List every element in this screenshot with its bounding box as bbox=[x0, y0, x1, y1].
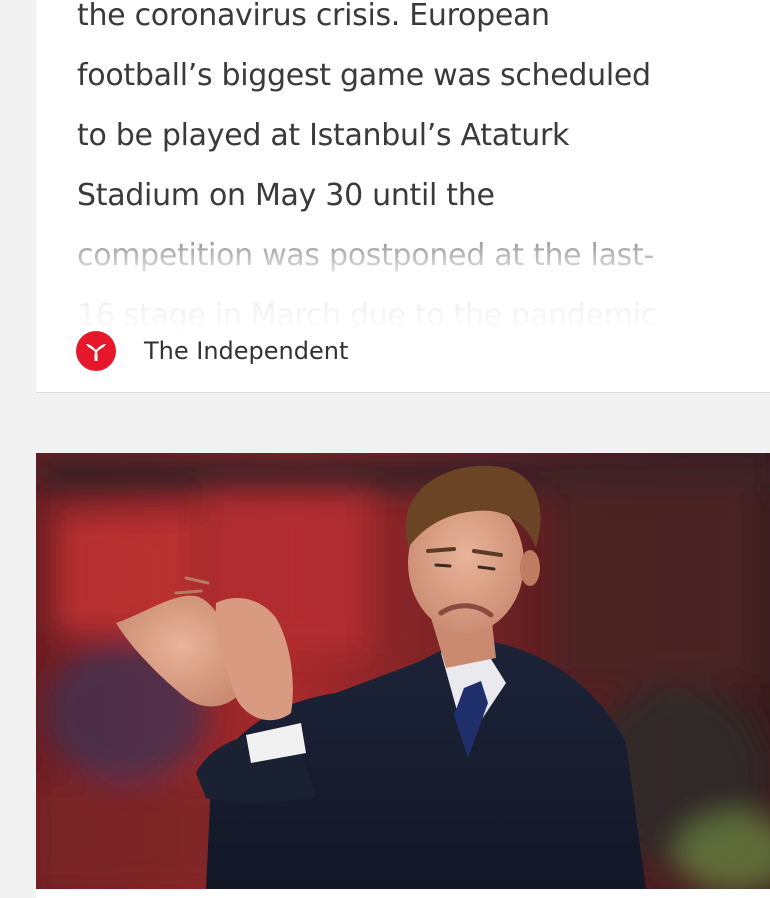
independent-eagle-icon bbox=[76, 331, 116, 371]
manager-applauding-photo bbox=[36, 453, 770, 889]
snippet-line: the coronavirus crisis. European bbox=[77, 0, 550, 33]
source-name: The Independent bbox=[144, 337, 349, 365]
snippet-line: 16 stage in March due to the pandemic bbox=[77, 298, 657, 333]
article-snippet[interactable]: the coronavirus crisis. European footbal… bbox=[77, 0, 747, 346]
news-feed: the coronavirus crisis. European footbal… bbox=[0, 0, 770, 898]
snippet-line: football’s biggest game was scheduled bbox=[77, 58, 651, 93]
snippet-line: Stadium on May 30 until the bbox=[77, 178, 495, 213]
image-card[interactable] bbox=[36, 453, 770, 889]
snippet-line: competition was postponed at the last- bbox=[77, 238, 654, 273]
article-card[interactable]: the coronavirus crisis. European footbal… bbox=[36, 0, 770, 393]
card-bottom-edge bbox=[36, 889, 770, 898]
snippet-line: to be played at Istanbul’s Ataturk bbox=[77, 118, 570, 153]
source-attribution[interactable]: The Independent bbox=[76, 331, 348, 371]
